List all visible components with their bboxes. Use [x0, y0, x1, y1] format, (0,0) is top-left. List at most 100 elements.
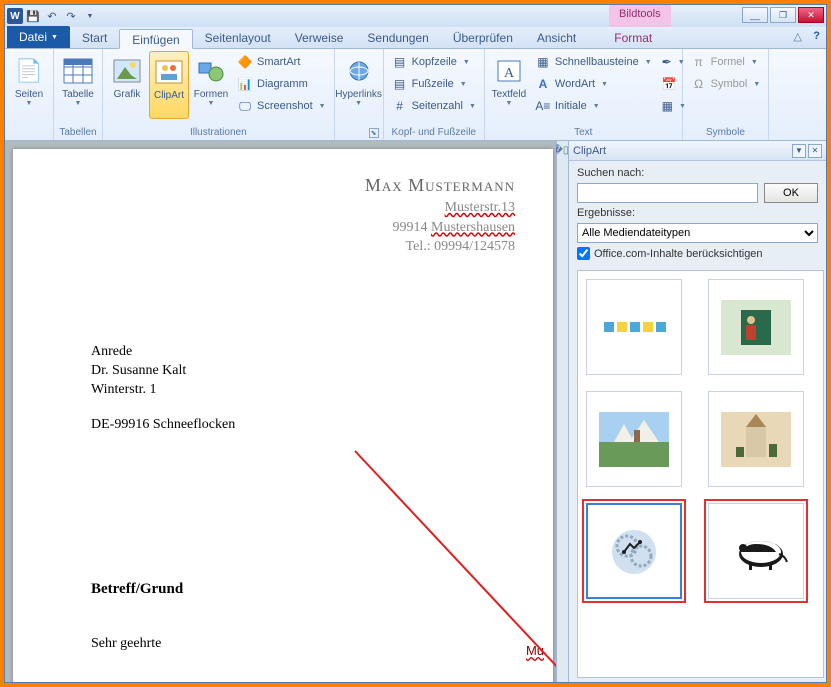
workspace: Max Mustermann Musterstr.13 99914 Muster…: [5, 141, 826, 682]
group-label: Text: [489, 126, 678, 140]
wordart-button[interactable]: AWordArt▼: [531, 73, 656, 95]
pages-button[interactable]: 📄Seiten▼: [9, 51, 49, 119]
wordart-icon: A: [535, 76, 551, 92]
clipart-thumb[interactable]: [586, 391, 682, 487]
ruler-toggle[interactable]: �◫: [556, 141, 568, 682]
page[interactable]: Max Mustermann Musterstr.13 99914 Muster…: [13, 149, 553, 682]
hyperlink-icon: [343, 55, 375, 87]
tab-mailings[interactable]: Sendungen: [355, 28, 440, 48]
hyperlink-button[interactable]: Hyperlinks▼: [339, 51, 379, 119]
tab-format[interactable]: Format: [602, 28, 664, 48]
addr-name: Dr. Susanne Kalt: [91, 362, 505, 381]
minimize-button[interactable]: __: [742, 7, 768, 23]
symbol-button[interactable]: ΩSymbol▼: [687, 73, 765, 95]
chart-icon: 📊: [237, 76, 253, 92]
dialog-launcher-icon[interactable]: ⬊: [369, 128, 379, 138]
help-icon[interactable]: ?: [813, 30, 820, 42]
group-symbols: πFormel▼ ΩSymbol▼ Symbole: [683, 49, 770, 140]
shapes-icon: [195, 55, 227, 87]
results-list[interactable]: [577, 270, 824, 678]
close-button[interactable]: ✕: [798, 7, 824, 23]
quickparts-button[interactable]: ▦Schnellbausteine▼: [531, 51, 656, 73]
clipart-thumb[interactable]: [708, 503, 804, 599]
clipart-thumb[interactable]: [708, 279, 804, 375]
textbox-icon: A: [493, 55, 525, 87]
sender-name: Max Mustermann: [61, 173, 515, 198]
media-type-select[interactable]: Alle Mediendateitypen: [577, 223, 818, 243]
tab-file[interactable]: Datei▼: [7, 26, 70, 48]
pane-menu-icon[interactable]: ▼: [792, 144, 806, 158]
group-links: Hyperlinks▼ ⬊: [335, 49, 384, 140]
clipart-thumb-selected[interactable]: [586, 503, 682, 599]
group-label: [9, 137, 49, 140]
footer-button[interactable]: ▤Fußzeile▼: [388, 73, 480, 95]
pane-title: ClipArt: [573, 145, 790, 157]
shapes-button[interactable]: Formen▼: [191, 51, 231, 119]
office-com-checkbox[interactable]: [577, 247, 590, 260]
addr-street: Winterstr. 1: [91, 381, 505, 400]
ribbon-expand-icon[interactable]: △: [794, 30, 802, 43]
object-icon: ▦: [662, 98, 673, 114]
clipart-button[interactable]: ClipArt: [149, 51, 189, 119]
tab-review[interactable]: Überprüfen: [441, 28, 525, 48]
restore-button[interactable]: ❐: [770, 7, 796, 23]
datetime-button[interactable]: 📅: [658, 73, 678, 95]
context-tab-group: Bildtools: [609, 5, 671, 27]
group-label: Symbole: [687, 126, 765, 140]
group-text: ATextfeld▼ ▦Schnellbausteine▼ AWordArt▼ …: [485, 49, 683, 140]
sender-tel: Tel.: 09994/124578: [61, 237, 515, 257]
clipart-thumb[interactable]: [708, 391, 804, 487]
table-icon: [62, 55, 94, 87]
group-label: Kopf- und Fußzeile: [388, 126, 480, 140]
dropcap-icon: A≡: [535, 98, 551, 114]
svg-text:A: A: [504, 66, 515, 81]
tab-insert[interactable]: Einfügen: [119, 29, 192, 49]
text-fragment: Mu: [526, 643, 544, 658]
clipart-thumb[interactable]: [586, 279, 682, 375]
object-button[interactable]: ▦▼: [658, 95, 678, 117]
group-label: Tabellen: [58, 126, 98, 140]
greeting-line: Sehr geehrte: [91, 636, 505, 652]
ribbon: 📄Seiten▼ Tabelle▼ Tabellen Grafik ClipAr…: [5, 49, 826, 141]
smartart-button[interactable]: 🔶SmartArt: [233, 51, 330, 73]
app-window: W 💾 ↶ ↷ ▼ Bildtools __ ❐ ✕ Datei▼ Start …: [4, 4, 827, 683]
sender-block: Max Mustermann Musterstr.13 99914 Muster…: [61, 173, 515, 257]
quickparts-icon: ▦: [535, 54, 551, 70]
picture-button[interactable]: Grafik: [107, 51, 147, 119]
pane-header: ClipArt ▼ ✕: [569, 141, 826, 161]
pane-close-icon[interactable]: ✕: [808, 144, 822, 158]
word-icon[interactable]: W: [7, 8, 23, 24]
undo-icon[interactable]: ↶: [43, 7, 61, 25]
redo-icon[interactable]: ↷: [62, 7, 80, 25]
dropcap-button[interactable]: A≡Initiale▼: [531, 95, 656, 117]
group-pages: 📄Seiten▼: [5, 49, 54, 140]
datetime-icon: 📅: [662, 76, 677, 92]
tab-references[interactable]: Verweise: [283, 28, 356, 48]
group-label: ⬊: [339, 137, 379, 140]
tab-layout[interactable]: Seitenlayout: [193, 28, 283, 48]
chart-button[interactable]: 📊Diagramm: [233, 73, 330, 95]
tab-home[interactable]: Start: [70, 28, 119, 48]
equation-button[interactable]: πFormel▼: [687, 51, 765, 73]
header-button[interactable]: ▤Kopfzeile▼: [388, 51, 480, 73]
header-icon: ▤: [392, 54, 408, 70]
signature-button[interactable]: ✒▼: [658, 51, 678, 73]
textbox-button[interactable]: ATextfeld▼: [489, 51, 529, 119]
qat-customize-icon[interactable]: ▼: [81, 7, 99, 25]
tab-view[interactable]: Ansicht: [525, 28, 588, 48]
smartart-icon: 🔶: [237, 54, 253, 70]
document-area[interactable]: Max Mustermann Musterstr.13 99914 Muster…: [5, 141, 556, 682]
pagenumber-icon: #: [392, 98, 408, 114]
save-icon[interactable]: 💾: [24, 7, 42, 25]
group-tables: Tabelle▼ Tabellen: [54, 49, 103, 140]
screenshot-button[interactable]: 🖵Screenshot▼: [233, 95, 330, 117]
ribbon-tabs: Datei▼ Start Einfügen Seitenlayout Verwe…: [5, 27, 826, 49]
table-button[interactable]: Tabelle▼: [58, 51, 98, 119]
page-icon: 📄: [13, 55, 45, 87]
window-controls: __ ❐ ✕: [742, 7, 824, 23]
search-input[interactable]: [577, 183, 758, 203]
footer-icon: ▤: [392, 76, 408, 92]
ok-button[interactable]: OK: [764, 183, 818, 203]
results-label: Ergebnisse:: [577, 207, 818, 219]
pagenumber-button[interactable]: #Seitenzahl▼: [388, 95, 480, 117]
